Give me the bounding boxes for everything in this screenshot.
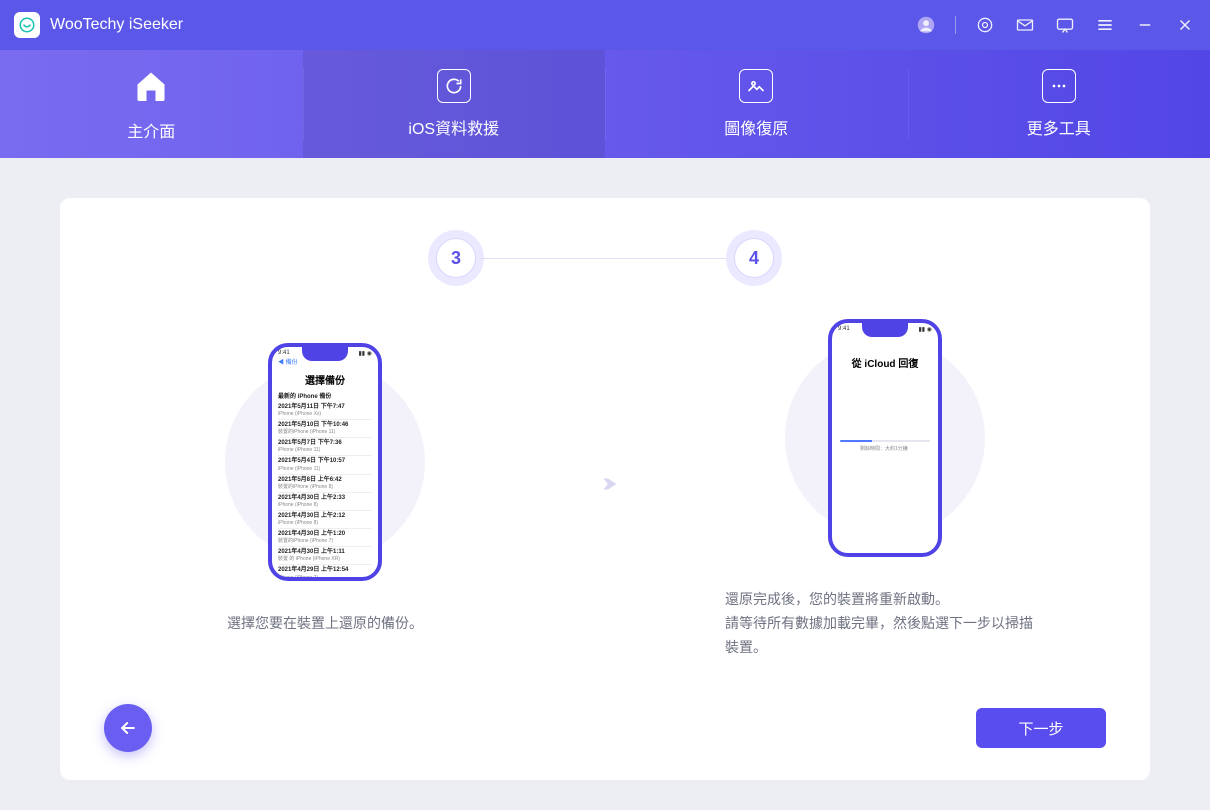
- nav-home-label: 主介面: [127, 118, 175, 142]
- caption-right: 還原完成後，您的裝置將重新啟動。請等待所有數據加載完畢，然後點選下一步以掃描裝置…: [725, 588, 1045, 659]
- more-icon: [1042, 69, 1076, 103]
- backup-item: 2021年4月29日 上午12:54iPhone (iPhone 7): [278, 565, 372, 580]
- phone-left-section: 最新的 iPhone 備份: [272, 391, 378, 402]
- mail-icon[interactable]: [1014, 14, 1036, 36]
- arrow-icon: [585, 467, 625, 501]
- nav-home[interactable]: 主介面: [0, 50, 303, 158]
- backup-item: 2021年5月11日 下午7:47iPhone (iPhone Xs): [278, 402, 372, 420]
- step-4-badge: 4: [734, 238, 774, 278]
- phone-left-time: 9:41: [278, 350, 290, 357]
- step-indicator: 3 4: [60, 238, 1150, 278]
- refresh-icon: [437, 69, 471, 103]
- phone-block-left: 9:41▮▮ ◉ ◀ 備份 選擇備份 最新的 iPhone 備份 2021年5月…: [145, 332, 505, 636]
- feedback-icon[interactable]: [1054, 14, 1076, 36]
- restore-progress: 剩餘時間：大約1分鐘: [840, 440, 930, 452]
- settings-icon[interactable]: [974, 14, 996, 36]
- phone-select-backup: 9:41▮▮ ◉ ◀ 備份 選擇備份 最新的 iPhone 備份 2021年5月…: [268, 343, 382, 581]
- app-logo: [14, 12, 40, 38]
- phone-block-right: 9:41▮▮ ◉ 從 iCloud 回復 剩餘時間：大約1分鐘 還原完成後，您的…: [705, 308, 1065, 659]
- back-button[interactable]: [104, 704, 152, 752]
- step-3-badge: 3: [436, 238, 476, 278]
- main-nav: 主介面 iOS資料救援 圖像復原 更多工具: [0, 50, 1210, 158]
- backup-item: 2021年5月7日 下午7:36iPhone (iPhone 11): [278, 438, 372, 456]
- home-icon: [131, 66, 171, 106]
- next-button[interactable]: 下一步: [976, 708, 1106, 748]
- phone-restore-icloud: 9:41▮▮ ◉ 從 iCloud 回復 剩餘時間：大約1分鐘: [828, 319, 942, 557]
- phone-right-time: 9:41: [838, 326, 850, 333]
- progress-text: 剩餘時間：大約1分鐘: [840, 445, 930, 452]
- titlebar-divider: [955, 16, 956, 34]
- phones-row: 9:41▮▮ ◉ ◀ 備份 選擇備份 最新的 iPhone 備份 2021年5月…: [60, 308, 1150, 659]
- minimize-button[interactable]: [1134, 14, 1156, 36]
- backup-item: 2021年5月4日 下午10:57iPhone (iPhone 11): [278, 456, 372, 474]
- nav-more-tools[interactable]: 更多工具: [908, 50, 1210, 158]
- backup-item: 2021年5月8日 上午6:42裝置的iPhone (iPhone 8): [278, 475, 372, 493]
- backup-item: 2021年5月10日 下午10:46裝置的iPhone (iPhone 11): [278, 420, 372, 438]
- image-icon: [739, 69, 773, 103]
- backup-item: 2021年4月30日 上午1:11裝置 的 iPhone (iPhone XR): [278, 547, 372, 565]
- user-icon[interactable]: [915, 14, 937, 36]
- content-area: 3 4 9:41▮▮ ◉ ◀ 備份 選擇備份 最新的 iPhone 備份 202…: [0, 158, 1210, 810]
- titlebar-actions: [915, 14, 1196, 36]
- backup-list: 2021年5月11日 下午7:47iPhone (iPhone Xs)2021年…: [272, 402, 378, 581]
- step-connector: [480, 258, 730, 259]
- app-title: WooTechy iSeeker: [50, 16, 183, 34]
- nav-image-label: 圖像復原: [724, 115, 788, 139]
- nav-ios-label: iOS資料救援: [408, 115, 499, 139]
- bottom-bar: 下一步: [60, 704, 1150, 752]
- phone-left-title: 選擇備份: [272, 372, 378, 387]
- nav-more-label: 更多工具: [1027, 115, 1091, 139]
- caption-left: 選擇您要在裝置上還原的備份。: [227, 612, 423, 636]
- nav-ios-recovery[interactable]: iOS資料救援: [303, 50, 606, 158]
- menu-icon[interactable]: [1094, 14, 1116, 36]
- nav-image-recovery[interactable]: 圖像復原: [605, 50, 908, 158]
- close-button[interactable]: [1174, 14, 1196, 36]
- backup-item: 2021年4月30日 上午2:33iPhone (iPhone 8): [278, 493, 372, 511]
- titlebar: WooTechy iSeeker: [0, 0, 1210, 50]
- backup-item: 2021年4月30日 上午1:20裝置的iPhone (iPhone 7): [278, 529, 372, 547]
- main-card: 3 4 9:41▮▮ ◉ ◀ 備份 選擇備份 最新的 iPhone 備份 202…: [60, 198, 1150, 780]
- backup-item: 2021年4月30日 上午2:12iPhone (iPhone 8): [278, 511, 372, 529]
- phone-right-title: 從 iCloud 回復: [832, 355, 938, 370]
